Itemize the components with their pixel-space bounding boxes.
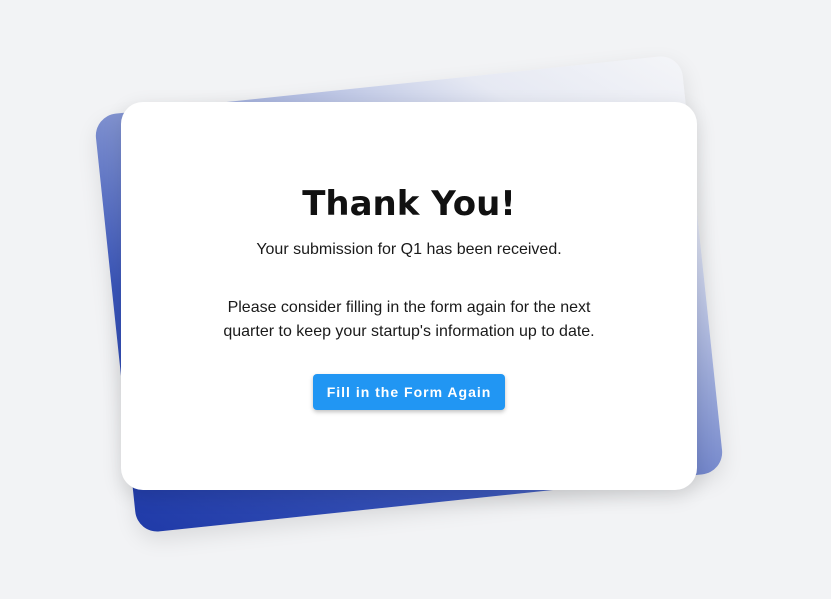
fill-form-again-button[interactable]: Fill in the Form Again: [313, 374, 505, 410]
submission-confirmation-text: Your submission for Q1 has been received…: [256, 241, 562, 258]
resubmit-reminder-text: Please consider filling in the form agai…: [223, 299, 595, 340]
page-stage: Thank You! Your submission for Q1 has be…: [0, 0, 831, 599]
page-title: Thank You!: [302, 184, 516, 224]
confirmation-card: Thank You! Your submission for Q1 has be…: [121, 102, 697, 490]
